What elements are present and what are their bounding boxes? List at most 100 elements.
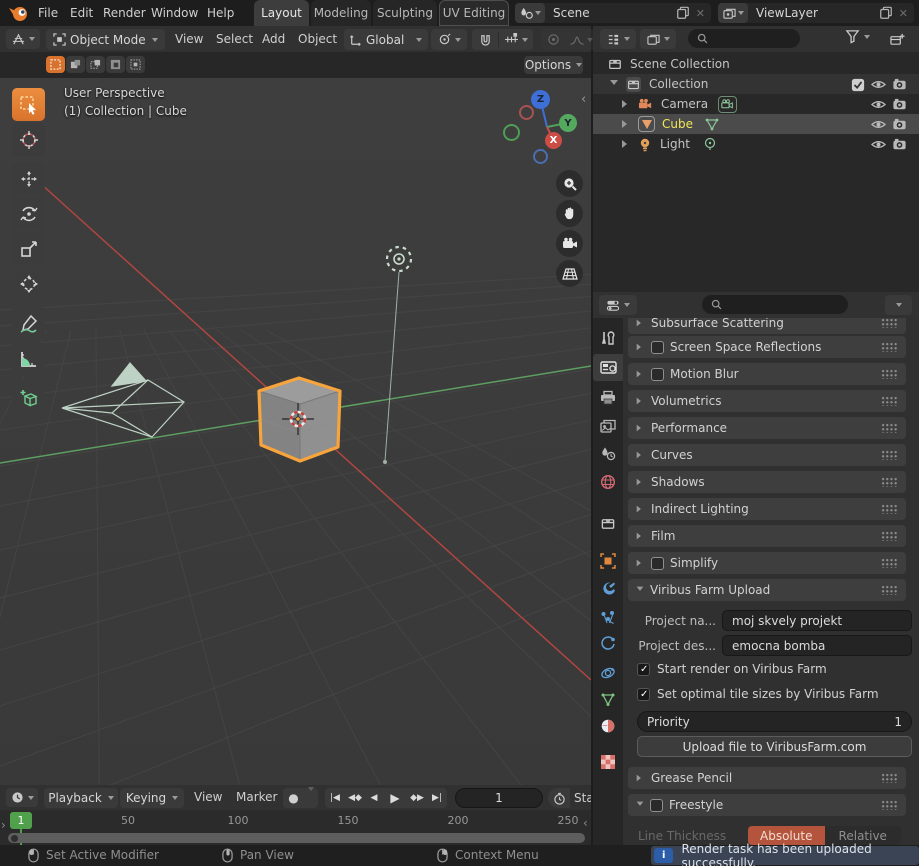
panel-checkbox[interactable]	[651, 557, 664, 570]
scene-unlink-icon[interactable]: ✕	[690, 7, 711, 20]
workspace-tab-sculpting[interactable]: Sculpting	[373, 0, 437, 26]
expand-arrow-icon[interactable]	[622, 120, 631, 128]
jump-to-start-button[interactable]: |◀	[325, 793, 345, 803]
render-visibility-icon[interactable]	[892, 137, 907, 152]
project-name-input[interactable]: moj skvely projekt	[722, 610, 912, 631]
select-mode-intersect-button[interactable]	[126, 56, 145, 73]
tab-scene[interactable]	[593, 440, 623, 467]
panel-grip[interactable]	[881, 342, 898, 352]
optimal-tiles-checkbox[interactable]: Set optimal tile sizes by Viribus Farm	[637, 687, 879, 701]
next-keyframe-button[interactable]: ◆▶	[407, 793, 427, 803]
status-report-message[interactable]: i Render task has been uploaded successf…	[651, 846, 919, 865]
tool-select-box[interactable]	[12, 88, 45, 121]
record-button[interactable]: ●	[283, 791, 304, 805]
panel-grease-pencil[interactable]: Grease Pencil	[628, 767, 906, 789]
tab-collection[interactable]	[593, 510, 623, 537]
render-visibility-icon[interactable]	[892, 97, 907, 112]
panel-checkbox[interactable]	[651, 341, 664, 354]
tool-add-cube[interactable]	[12, 381, 45, 414]
collection-checkbox-icon[interactable]	[851, 78, 865, 92]
current-frame-field[interactable]: 1	[455, 788, 543, 808]
upload-button[interactable]: Upload file to ViribusFarm.com	[637, 736, 912, 757]
tab-output[interactable]	[593, 384, 623, 411]
workspace-tab-modeling[interactable]: Modeling	[311, 0, 371, 26]
keying-set-dropdown[interactable]	[304, 791, 318, 805]
panel-grip[interactable]	[881, 504, 898, 514]
hide-eye-icon[interactable]	[871, 97, 886, 112]
editor-type-button[interactable]	[6, 29, 40, 49]
priority-field[interactable]: Priority 1	[637, 711, 912, 732]
tool-measure[interactable]	[12, 342, 45, 375]
panel-subsurface-scattering[interactable]: Subsurface Scattering	[628, 318, 906, 334]
tab-particles[interactable]	[593, 604, 623, 631]
outliner-row-camera[interactable]: Camera	[593, 94, 919, 114]
hide-eye-icon[interactable]	[871, 77, 886, 92]
gizmo-axis-z[interactable]: Z	[531, 90, 550, 109]
scene-browse-button[interactable]	[515, 3, 545, 23]
start-render-checkbox[interactable]: Start render on Viribus Farm	[637, 662, 827, 676]
viewport-3d[interactable]: User Perspective (1) Collection | Cube Z…	[0, 78, 591, 785]
outliner-row-scene-collection[interactable]: Scene Collection	[593, 54, 919, 74]
gizmo-axis-x[interactable]: X	[545, 132, 562, 149]
properties-options-dropdown[interactable]	[885, 295, 912, 315]
panel-grip[interactable]	[881, 773, 898, 783]
playback-dropdown[interactable]: Playback	[44, 788, 118, 808]
panel-screen-space-reflections[interactable]: Screen Space Reflections	[628, 336, 906, 358]
new-collection-button[interactable]	[884, 29, 910, 49]
outliner-filter-dropdown[interactable]	[845, 29, 870, 44]
snap-toggle-button[interactable]	[472, 33, 498, 46]
expand-arrow-icon[interactable]	[622, 100, 631, 108]
region-resize-right-arrow[interactable]: ‹	[583, 816, 588, 830]
transform-orientation-dropdown[interactable]: Global	[344, 29, 428, 50]
tab-world[interactable]	[593, 468, 623, 495]
panel-grip[interactable]	[881, 585, 898, 595]
scene-new-copy-icon[interactable]	[676, 6, 690, 20]
render-visibility-icon[interactable]	[892, 77, 907, 92]
tab-object[interactable]	[593, 547, 623, 574]
panel-performance[interactable]: Performance	[628, 417, 906, 439]
properties-editor-type-button[interactable]	[599, 295, 637, 315]
menu-help[interactable]: Help	[197, 0, 244, 26]
gizmo-axis-x-neg[interactable]	[519, 105, 534, 120]
gizmo-axis-y-neg[interactable]	[503, 124, 520, 141]
play-button[interactable]: ▶	[383, 791, 407, 805]
jump-to-end-button[interactable]: ▶|	[427, 793, 447, 803]
properties-search-input[interactable]	[702, 295, 848, 314]
current-frame-badge[interactable]: 1	[10, 812, 32, 829]
expand-arrow-icon[interactable]	[622, 140, 631, 148]
tab-constraints[interactable]	[593, 659, 623, 686]
panel-film[interactable]: Film	[628, 525, 906, 547]
scene-name[interactable]: Scene	[545, 6, 676, 20]
proportional-edit-toggle[interactable]	[541, 33, 565, 46]
panel-grip[interactable]	[881, 423, 898, 433]
outliner-row-cube[interactable]: Cube	[593, 114, 919, 134]
gizmo-axis-y[interactable]: Y	[559, 114, 577, 132]
panel-grip[interactable]	[881, 396, 898, 406]
outliner-search-input[interactable]	[688, 29, 800, 48]
tab-texture[interactable]	[593, 748, 623, 775]
panel-grip[interactable]	[881, 318, 898, 328]
outliner-row-light[interactable]: Light	[593, 134, 919, 154]
panel-indirect-lighting[interactable]: Indirect Lighting	[628, 498, 906, 520]
use-preview-range-button[interactable]	[548, 788, 570, 808]
mode-dropdown[interactable]: Object Mode	[46, 29, 165, 50]
tool-scale[interactable]	[12, 232, 45, 265]
camera-object[interactable]	[62, 363, 184, 437]
panel-grip[interactable]	[881, 531, 898, 541]
tool-move[interactable]	[12, 162, 45, 195]
snap-with-dropdown[interactable]	[499, 33, 533, 46]
select-mode-subtract-button[interactable]	[86, 56, 105, 73]
panel-simplify[interactable]: Simplify	[628, 552, 906, 574]
panel-freestyle[interactable]: Freestyle	[628, 794, 906, 816]
workspace-tab-layout[interactable]: Layout	[254, 0, 309, 26]
region-resize-left-arrow[interactable]: ›	[1, 818, 6, 832]
panel-grip[interactable]	[881, 558, 898, 568]
panel-grip[interactable]	[881, 369, 898, 379]
zoom-button[interactable]	[556, 170, 583, 197]
tab-modifiers[interactable]	[593, 575, 623, 602]
tab-render[interactable]	[593, 354, 623, 381]
outliner-row-collection[interactable]: Collection	[593, 74, 919, 94]
tab-view-layer[interactable]	[593, 412, 623, 439]
panel-curves[interactable]: Curves	[628, 444, 906, 466]
menu-object[interactable]: Object	[288, 26, 347, 52]
